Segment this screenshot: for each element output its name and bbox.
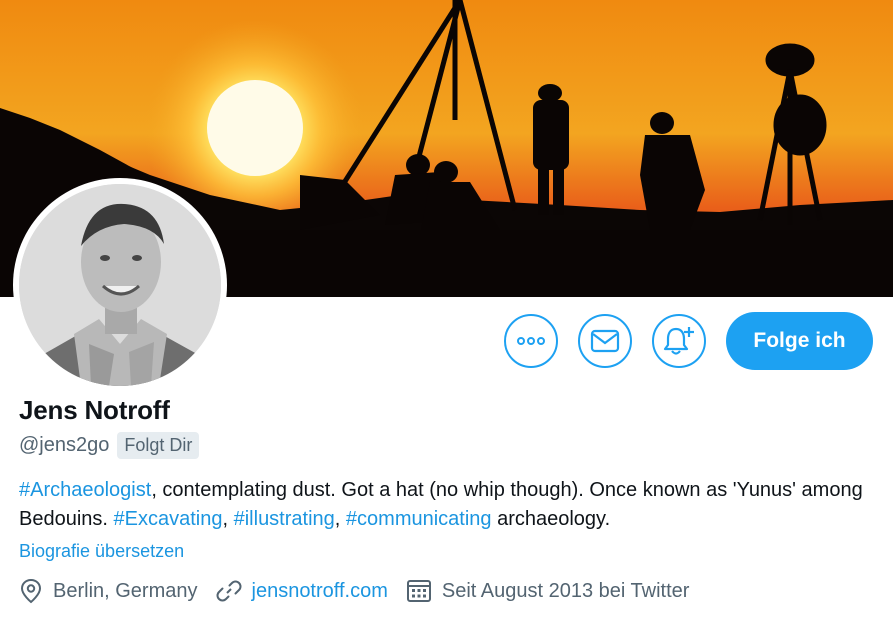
avatar-photo (19, 184, 221, 386)
following-button[interactable]: Folge ich (726, 312, 873, 370)
bio-separator: , (334, 508, 346, 530)
profile-name: Jens Notroff (19, 395, 170, 425)
location-item: Berlin, Germany (19, 578, 198, 604)
bio-separator: , (222, 508, 234, 530)
profile-meta: Berlin, Germany jensnotroff.com Seit Aug… (19, 578, 707, 604)
hashtag-communicating[interactable]: #communicating (346, 508, 492, 530)
translate-bio-link[interactable]: Biografie übersetzen (19, 541, 184, 562)
website-link[interactable]: jensnotroff.com (252, 580, 388, 603)
profile-avatar[interactable] (13, 178, 227, 392)
calendar-icon (406, 580, 431, 602)
hashtag-archaeologist[interactable]: #Archaeologist (19, 479, 151, 501)
profile-bio: #Archaeologist, contemplating dust. Got … (19, 476, 879, 534)
follows-you-badge: Folgt Dir (117, 432, 200, 459)
joined-item: Seit August 2013 bei Twitter (406, 578, 690, 604)
location-text: Berlin, Germany (53, 579, 198, 602)
mail-icon (590, 329, 620, 353)
link-icon (216, 580, 241, 602)
message-button[interactable] (578, 314, 632, 368)
handle-row: @jens2go Folgt Dir (19, 432, 200, 459)
profile-page: Folge ich Jens Notroff @jens2go Folgt Di… (0, 0, 893, 624)
more-options-button[interactable] (504, 314, 558, 368)
profile-actions: Folge ich (504, 312, 873, 370)
notifications-button[interactable] (652, 314, 706, 368)
joined-text: Seit August 2013 bei Twitter (441, 579, 690, 602)
location-pin-icon (20, 578, 42, 604)
more-icon (517, 337, 545, 345)
profile-handle: @jens2go (19, 434, 110, 456)
website-item: jensnotroff.com (216, 578, 388, 604)
bio-text: archaeology. (491, 508, 611, 530)
hashtag-illustrating[interactable]: #illustrating (234, 508, 335, 530)
bell-plus-icon (663, 327, 694, 355)
hashtag-excavating[interactable]: #Excavating (114, 508, 223, 530)
